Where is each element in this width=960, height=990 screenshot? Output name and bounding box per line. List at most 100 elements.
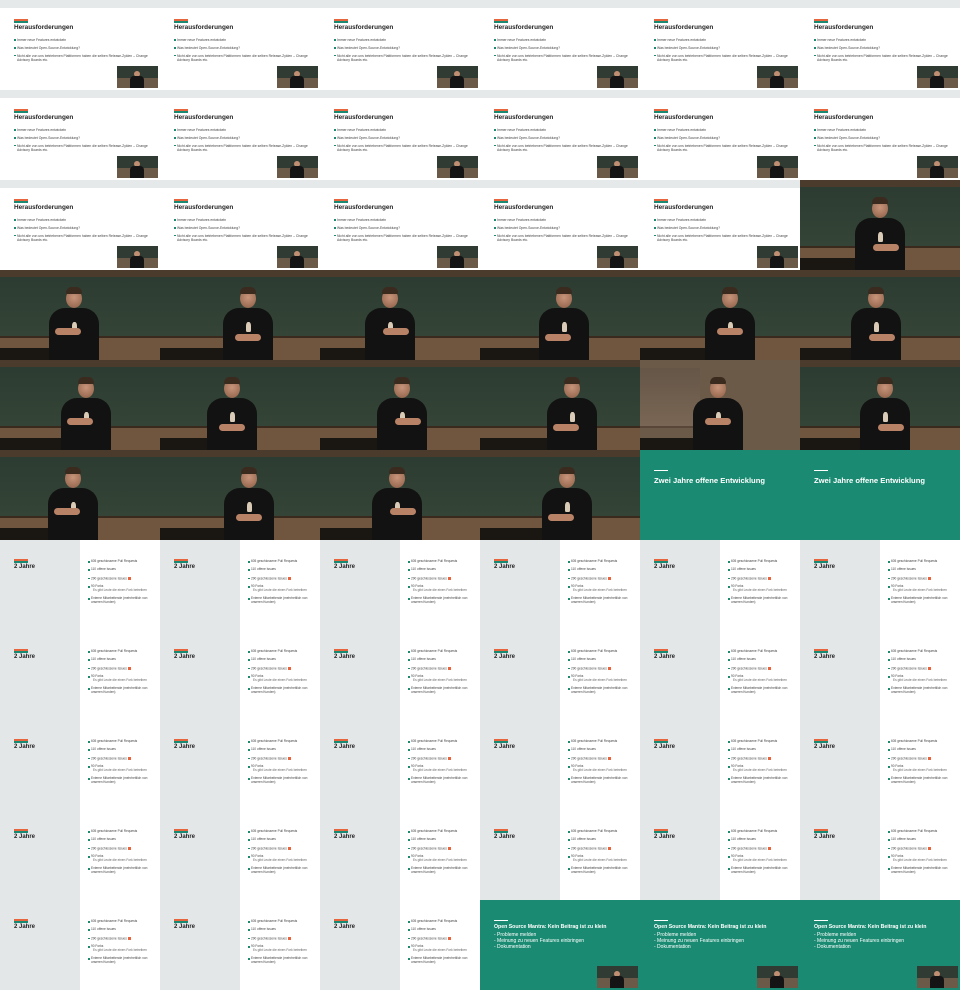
slide-stats: 2 Jahre 605 geschlossene Pull Requests 110… <box>160 810 320 900</box>
accent-line <box>654 111 668 113</box>
accent-line <box>14 651 28 653</box>
stats-text: 110 offene Issues <box>91 927 116 932</box>
stats-text: 290 geschlossene Issues <box>571 755 607 760</box>
bullet-list: Immer neue Features entwickeln Was bedeut… <box>654 218 796 246</box>
stats-item: 605 geschlossene Pull Requests <box>408 649 478 654</box>
stats-item: 110 offene Issues <box>248 657 318 662</box>
accent-line <box>814 831 828 833</box>
slide-title: Herausforderungen <box>174 204 234 211</box>
stats-text: 110 offene Issues <box>251 747 276 752</box>
speaker-hair <box>872 197 888 204</box>
bullet-item: Nicht alle von uns betriebenen Plattform… <box>174 234 316 242</box>
stats-text: 290 geschlossene Issues <box>91 755 127 760</box>
stats-text: Externe Mitarbeitende (mehrheitlich von … <box>571 776 628 785</box>
stats-item: 290 geschlossene Issues <box>888 846 958 851</box>
stats-item: 605 geschlossene Pull Requests <box>888 649 958 654</box>
stats-text: Externe Mitarbeitende (mehrheitlich von … <box>91 686 148 695</box>
stats-text: Externe Mitarbeitende (mehrheitlich von … <box>91 956 148 965</box>
stats-item: 605 geschlossene Pull Requests <box>248 649 318 654</box>
stats-list: 605 geschlossene Pull Requests 110 offene… <box>728 739 798 789</box>
speaker-thumbnail <box>117 246 158 268</box>
stats-list: 605 geschlossene Pull Requests 110 offene… <box>568 829 638 879</box>
bullet-item: Was bedeutet Open-Source-Entwicklung? <box>14 136 156 140</box>
stats-item: 90 Forks Es gibt Leute die einen Fork bet… <box>728 674 798 683</box>
stats-item: 605 geschlossene Pull Requests <box>248 919 318 924</box>
stats-subtext: Es gibt Leute die einen Fork betreiben <box>893 678 947 683</box>
speaker-camera-frame <box>480 360 640 450</box>
stats-item: Externe Mitarbeitende (mehrheitlich von … <box>88 776 158 785</box>
stats-item: Externe Mitarbeitende (mehrheitlich von … <box>728 686 798 695</box>
stats-text: 290 geschlossene Issues <box>251 845 287 850</box>
stats-item: 290 geschlossene Issues <box>248 756 318 761</box>
slide-title: Herausforderungen <box>494 204 554 211</box>
shirt-logo <box>562 322 567 332</box>
bullet-item: Immer neue Features entwickeln <box>174 38 316 42</box>
stats-item: 110 offene Issues <box>408 657 478 662</box>
stats-text: 290 geschlossene Issues <box>411 755 447 760</box>
slide-section: Zwei Jahre offene Entwicklung <box>640 450 800 540</box>
stats-text: 110 offene Issues <box>891 567 916 572</box>
stats-item: Externe Mitarbeitende (mehrheitlich von … <box>408 956 478 965</box>
bullet-item: Nicht alle von uns betriebenen Plattform… <box>814 144 956 152</box>
stats-text: 290 geschlossene Issues <box>571 845 607 850</box>
speaker-arm <box>705 418 731 425</box>
stats-list: 605 geschlossene Pull Requests 110 offene… <box>248 649 318 699</box>
stats-item: 90 Forks Es gibt Leute die einen Fork bet… <box>888 584 958 593</box>
stats-list: 605 geschlossene Pull Requests 110 offene… <box>568 739 638 789</box>
slide-title: 2 Jahre <box>494 834 516 840</box>
stats-item: 605 geschlossene Pull Requests <box>248 559 318 564</box>
accent-line <box>174 201 188 203</box>
stats-item: 110 offene Issues <box>88 657 158 662</box>
stats-item: 110 offene Issues <box>408 837 478 842</box>
slide-title: Herausforderungen <box>494 24 554 31</box>
slide-stats: 2 Jahre 605 geschlossene Pull Requests 110… <box>0 810 160 900</box>
stats-item: 290 geschlossene Issues <box>88 665 158 671</box>
slide-stats: 2 Jahre 605 geschlossene Pull Requests 110… <box>160 720 320 810</box>
accent-line <box>654 831 668 833</box>
bullet-item: Was bedeutet Open-Source-Entwicklung? <box>494 136 636 140</box>
stats-item: 290 geschlossene Issues <box>888 666 958 671</box>
speaker-hair <box>382 287 398 294</box>
stats-text: 605 geschlossene Pull Requests <box>571 829 618 833</box>
slide-title: 2 Jahre <box>174 924 196 930</box>
accent-line <box>334 651 348 653</box>
stats-item: 90 Forks Es gibt Leute die einen Fork bet… <box>408 674 478 683</box>
slide-title: Herausforderungen <box>334 114 394 121</box>
stats-text: 290 geschlossene Issues <box>91 665 127 670</box>
speaker-thumbnail <box>437 156 478 178</box>
bullet-list: Immer neue Features entwickeln Was bedeut… <box>174 38 316 66</box>
stats-list: 605 geschlossene Pull Requests 110 offene… <box>728 649 798 699</box>
stats-text: Externe Mitarbeitende (mehrheitlich von … <box>251 776 308 785</box>
bullet-item: Nicht alle von uns betriebenen Plattform… <box>334 144 476 152</box>
accent-line <box>654 920 668 921</box>
stats-subtext: Es gibt Leute die einen Fork betreiben <box>413 678 467 683</box>
stats-item: 290 geschlossene Issues <box>408 666 478 671</box>
slide-title: 2 Jahre <box>334 564 356 570</box>
speaker-hair <box>78 377 94 384</box>
stats-text: 110 offene Issues <box>891 837 916 842</box>
stats-item: 605 geschlossene Pull Requests <box>408 739 478 744</box>
accent-line <box>174 111 188 113</box>
stats-text: 605 geschlossene Pull Requests <box>251 559 298 563</box>
bullet-list: Immer neue Features entwickeln Was bedeut… <box>494 218 636 246</box>
stats-subtext: Es gibt Leute die einen Fork betreiben <box>893 588 947 593</box>
accent-line <box>654 561 668 563</box>
speaker-hair <box>556 287 572 294</box>
stats-text: 605 geschlossene Pull Requests <box>411 829 458 833</box>
bullet-item: Immer neue Features entwickeln <box>494 218 636 222</box>
stats-item: 110 offene Issues <box>88 567 158 572</box>
accent-line <box>814 111 828 113</box>
slide-title: 2 Jahre <box>654 834 676 840</box>
stats-item: 605 geschlossene Pull Requests <box>568 559 638 564</box>
accent-line <box>494 201 508 203</box>
slide-mantra: Open Source Mantra: Kein Beitrag ist zu … <box>480 900 640 990</box>
stats-text: 110 offene Issues <box>411 747 436 752</box>
stats-item: 290 geschlossene Issues <box>88 576 158 581</box>
slide-title: 2 Jahre <box>14 834 36 840</box>
accent-line <box>334 921 348 923</box>
accent-line <box>814 741 828 743</box>
slide-stats: 2 Jahre 605 geschlossene Pull Requests 110… <box>320 810 480 900</box>
stats-text: Externe Mitarbeitende (mehrheitlich von … <box>251 686 308 695</box>
stats-item: 605 geschlossene Pull Requests <box>728 829 798 834</box>
shirt-logo <box>247 502 252 512</box>
